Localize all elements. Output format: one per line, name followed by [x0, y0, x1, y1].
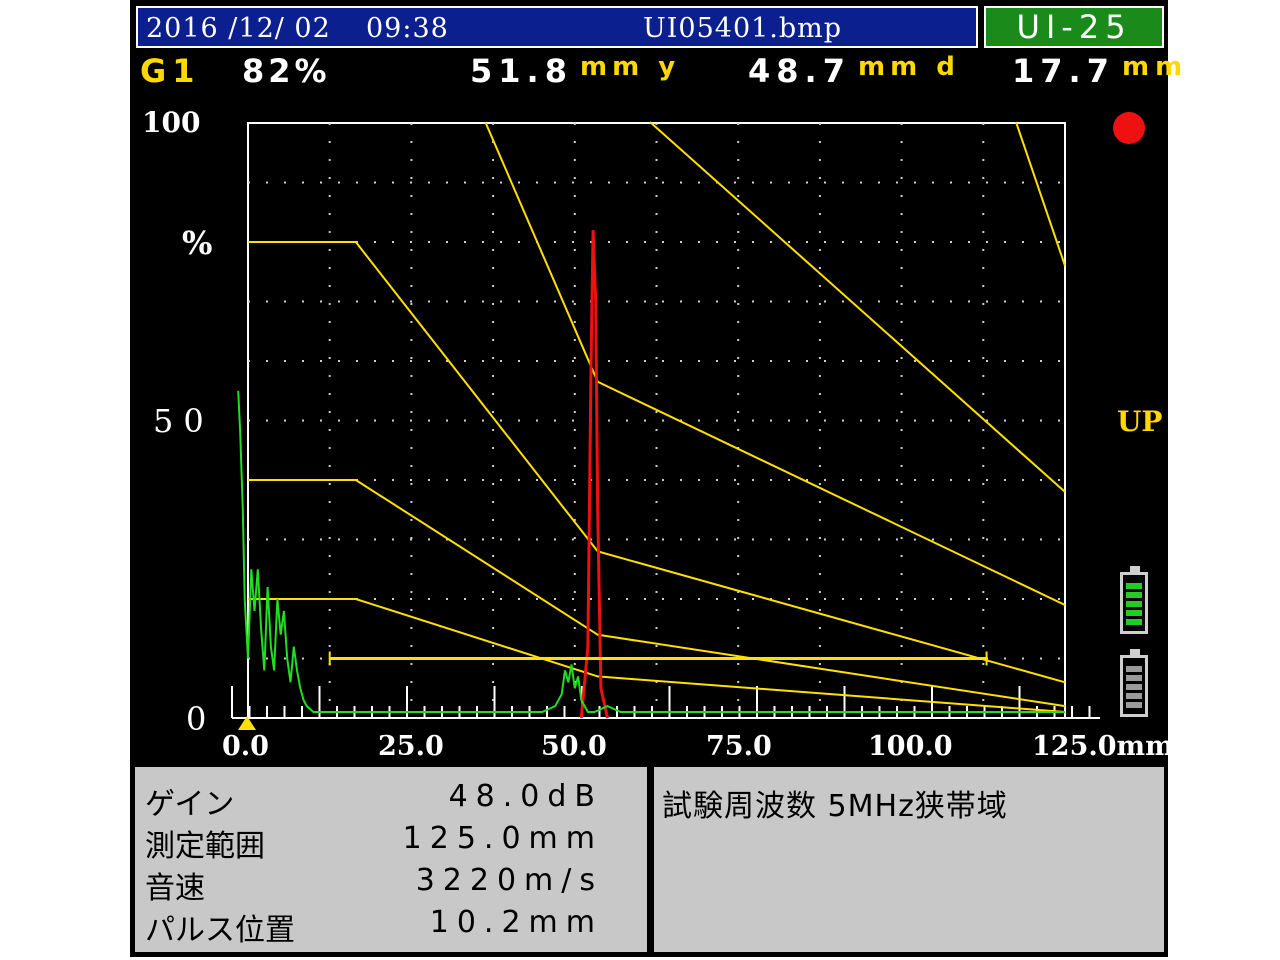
dac-curve-4	[484, 121, 1066, 606]
range-value: 125.0mm	[402, 821, 603, 856]
dac-curve-1	[248, 241, 1066, 684]
x-tick-50: 50.0	[541, 731, 607, 762]
velocity-label: 音速	[145, 871, 205, 906]
gain-value: 48.0dB	[448, 779, 603, 814]
gain-label: ゲイン	[145, 787, 235, 822]
pulse-position-value: 10.2mm	[429, 905, 603, 940]
battery-main-icon	[1120, 566, 1148, 634]
chart-series	[237, 121, 1066, 719]
echo-signal-red	[579, 230, 609, 719]
record-indicator-icon	[1113, 112, 1145, 144]
frequency-panel: 試験周波数 5MHz狭帯域	[654, 767, 1164, 952]
frequency-text: 試験周波数 5MHz狭帯域	[662, 789, 1008, 824]
x-tick-100: 100.0	[868, 731, 953, 762]
dac-curve-2	[248, 479, 1066, 708]
settings-panel: ゲイン 48.0dB 測定範囲 125.0mm 音速 3220m/s パルス位置…	[135, 767, 647, 952]
range-label: 測定範囲	[145, 829, 265, 864]
x-tick-75: 75.0	[706, 731, 772, 762]
x-tick-0: 0.0	[222, 731, 269, 762]
pulse-position-label: パルス位置	[145, 913, 295, 948]
x-tick-125: 125.0mm	[1032, 731, 1174, 762]
dac-curve-6	[1015, 121, 1066, 267]
velocity-value: 3220m/s	[415, 863, 603, 898]
battery-backup-icon	[1120, 649, 1148, 717]
x-tick-25: 25.0	[378, 731, 444, 762]
echo-signal-green	[237, 390, 1065, 713]
plot-grid	[248, 123, 1065, 718]
mode-label: UP	[1117, 405, 1163, 438]
dac-curve-3	[248, 598, 1066, 713]
